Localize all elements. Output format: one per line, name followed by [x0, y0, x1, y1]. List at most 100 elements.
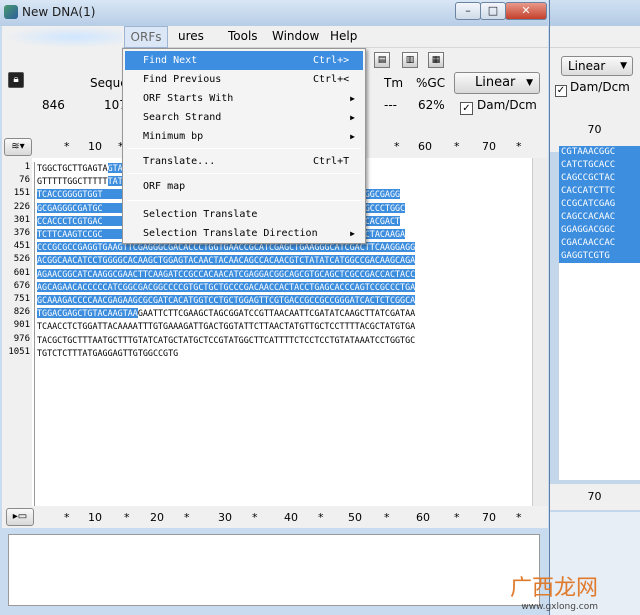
menubar-blurred-region	[2, 26, 122, 48]
ruler-tick: 20	[150, 511, 164, 524]
topology-select[interactable]: Linear ▼	[454, 72, 540, 94]
menu-features[interactable]: ures	[178, 29, 204, 43]
close-button[interactable]: ✕	[505, 2, 547, 20]
dam-dcm-label: Dam/Dcm	[477, 98, 537, 112]
chevron-down-icon: ▼	[526, 78, 533, 88]
menu-item-find-next[interactable]: Find Next Ctrl+>	[125, 51, 363, 70]
bases: TGTCTCTTTATGAGGAGTTGTGGCCGTG	[37, 347, 179, 358]
menu-tools[interactable]: Tools	[228, 29, 258, 43]
minimize-button[interactable]: –	[455, 2, 481, 20]
menu-item-orf-map[interactable]: ORF map	[125, 177, 363, 196]
dna-app-icon	[4, 5, 18, 19]
menu-item-minimum-bp[interactable]: Minimum bp ▶	[125, 127, 363, 146]
menu-item-label: Selection Translate	[143, 209, 258, 220]
menu-item-label: Selection Translate Direction	[143, 228, 318, 239]
menu-item-search-strand[interactable]: Search Strand ▶	[125, 108, 363, 127]
comment-button[interactable]: ▸▭	[6, 508, 34, 526]
selected-bases: ACGGCAACATCCTGGGGCACAAGCTGGAGTACAACTACAA…	[37, 255, 416, 266]
line-number: 1	[24, 162, 30, 172]
layers-button[interactable]: ≋▾	[4, 138, 32, 156]
ruler-tick: *	[394, 140, 400, 153]
selected-bases: AGCAGAACACCCCCATCGGCGACGGCCCCGTGCTGCTGCC…	[37, 281, 416, 292]
bg-topology-label: Linear	[568, 59, 606, 73]
bg-seq-line: CATCTGCACC	[559, 159, 640, 172]
menu-orfs[interactable]: ORFs	[124, 26, 168, 48]
sequence-line: TGTCTCTTTATGAGGAGTTGTGGCCGTG	[37, 347, 531, 360]
menu-separator	[127, 148, 361, 149]
submenu-arrow-icon: ▶	[350, 132, 355, 141]
ruler-tick: *	[516, 511, 522, 524]
bg-titlebar	[549, 0, 640, 26]
menu-item-shortcut: Ctrl+>	[313, 55, 350, 66]
bg-dam-dcm-label: Dam/Dcm	[570, 80, 630, 94]
toolbar-icon[interactable]: ▦	[428, 52, 444, 68]
menu-item-translate[interactable]: Translate... Ctrl+T	[125, 152, 363, 171]
ruler-tick: *	[516, 140, 522, 153]
sequence-line: TACGCTGCTTTAATGCTTTGTATCATGCTATGCTCCGTAT…	[37, 334, 531, 347]
toolbar-icon[interactable]: ▥	[402, 52, 418, 68]
menu-item-label: Find Next	[143, 55, 198, 66]
ruler-tick: *	[252, 511, 258, 524]
submenu-arrow-icon: ▶	[350, 94, 355, 103]
bg-ruler-tick: 70	[587, 123, 602, 136]
line-number: 226	[13, 201, 30, 212]
toolbar-icon[interactable]: ▤	[374, 52, 390, 68]
menu-item-selection-translate[interactable]: Selection Translate	[125, 205, 363, 224]
ruler-tick: *	[124, 511, 130, 524]
line-number: 601	[13, 267, 30, 278]
menu-item-shortcut: Ctrl+<	[313, 74, 350, 85]
sequence-line: TCAACCTCTGGATTACAAAATTTGTGAAAGATTGACTGGT…	[37, 320, 531, 333]
menu-item-label: Minimum bp	[143, 131, 204, 142]
ruler-tick: 60	[416, 511, 430, 524]
bases: TGGCTGCTTGAGTA	[37, 163, 108, 173]
orf-dropdown-menu: Find Next Ctrl+> Find Previous Ctrl+< ORF St…	[122, 48, 366, 244]
bg-topology-select[interactable]: Linear ▼	[561, 56, 633, 76]
sequence-line: TGGACGAGCTGTACAAGTAAGAATTCTTCGAAGCTAGCGG…	[37, 307, 531, 320]
bases: TACGCTGCTTTAATGCTTTGTATCATGCTATGCTCCGTAT…	[37, 334, 416, 345]
ruler-tick: 60	[418, 140, 432, 153]
bg-seq-line: CCGCATCGAG	[559, 198, 640, 211]
selected-bases: TGGACGAGCTGTACAAGTAA	[37, 308, 138, 319]
menu-item-orf-starts-with[interactable]: ORF Starts With ▶	[125, 89, 363, 108]
ruler-tick: 10	[88, 140, 102, 153]
menu-item-label: Search Strand	[143, 112, 222, 123]
watermark-text: 广西龙网	[510, 576, 599, 601]
ruler-tick: *	[64, 140, 70, 153]
bg-dam-dcm-checkbox[interactable]: ✓ Dam/Dcm	[555, 80, 630, 97]
dam-dcm-checkbox[interactable]: ✓ Dam/Dcm	[460, 98, 537, 115]
line-number: 301	[13, 214, 30, 225]
bottom-ruler: ▸▭ * 10 * 20 * 30 * 40 * 50 * 60 * 70 *	[2, 506, 548, 528]
notes-textarea[interactable]	[8, 534, 540, 606]
chevron-down-icon: ▼	[620, 61, 627, 71]
bg-seq-line: CAGCCGCTAC	[559, 172, 640, 185]
menu-window[interactable]: Window	[272, 29, 319, 43]
ruler-tick: *	[454, 511, 460, 524]
menu-item-label: Find Previous	[143, 74, 222, 85]
ruler-tick: 70	[482, 511, 496, 524]
ruler-tick: 10	[88, 511, 102, 524]
line-number: 451	[13, 241, 30, 252]
maximize-button[interactable]: □	[480, 2, 506, 20]
ruler-tick: *	[384, 511, 390, 524]
line-number: 826	[13, 307, 30, 318]
bases: GTTTTTGGCTTTTT	[37, 176, 108, 187]
watermark-logo: 广西龙网 www.gxlong.com	[510, 570, 598, 612]
menu-help[interactable]: Help	[330, 29, 357, 43]
ruler-tick: 70	[482, 140, 496, 153]
bg-sequence-view[interactable]: CGTAAACGGC CATCTGCACC CAGCCGCTAC CACCATC…	[559, 146, 640, 276]
bg-menubar	[549, 26, 640, 48]
bg-bottom-ruler: 70	[549, 484, 640, 510]
vertical-scrollbar[interactable]	[532, 158, 548, 506]
titlebar[interactable]: New DNA(1) – □ ✕	[0, 0, 548, 26]
menu-item-find-previous[interactable]: Find Previous Ctrl+<	[125, 70, 363, 89]
menu-item-selection-translate-direction[interactable]: Selection Translate Direction ▶	[125, 224, 363, 243]
window-title: New DNA(1)	[22, 5, 96, 19]
lock-icon[interactable]: 🔒︎	[8, 72, 24, 88]
bases: GAATTCTTCGAAGCTAGCGGATCCGTTAACAATTCGATAT…	[137, 308, 416, 319]
bg-seq-line: CGACAACCAC	[559, 237, 640, 250]
menu-separator	[127, 173, 361, 174]
watermark-url: www.gxlong.com	[521, 602, 599, 612]
ruler-tick: *	[318, 511, 324, 524]
submenu-arrow-icon: ▶	[350, 229, 355, 238]
tm-value: ---	[384, 98, 397, 112]
